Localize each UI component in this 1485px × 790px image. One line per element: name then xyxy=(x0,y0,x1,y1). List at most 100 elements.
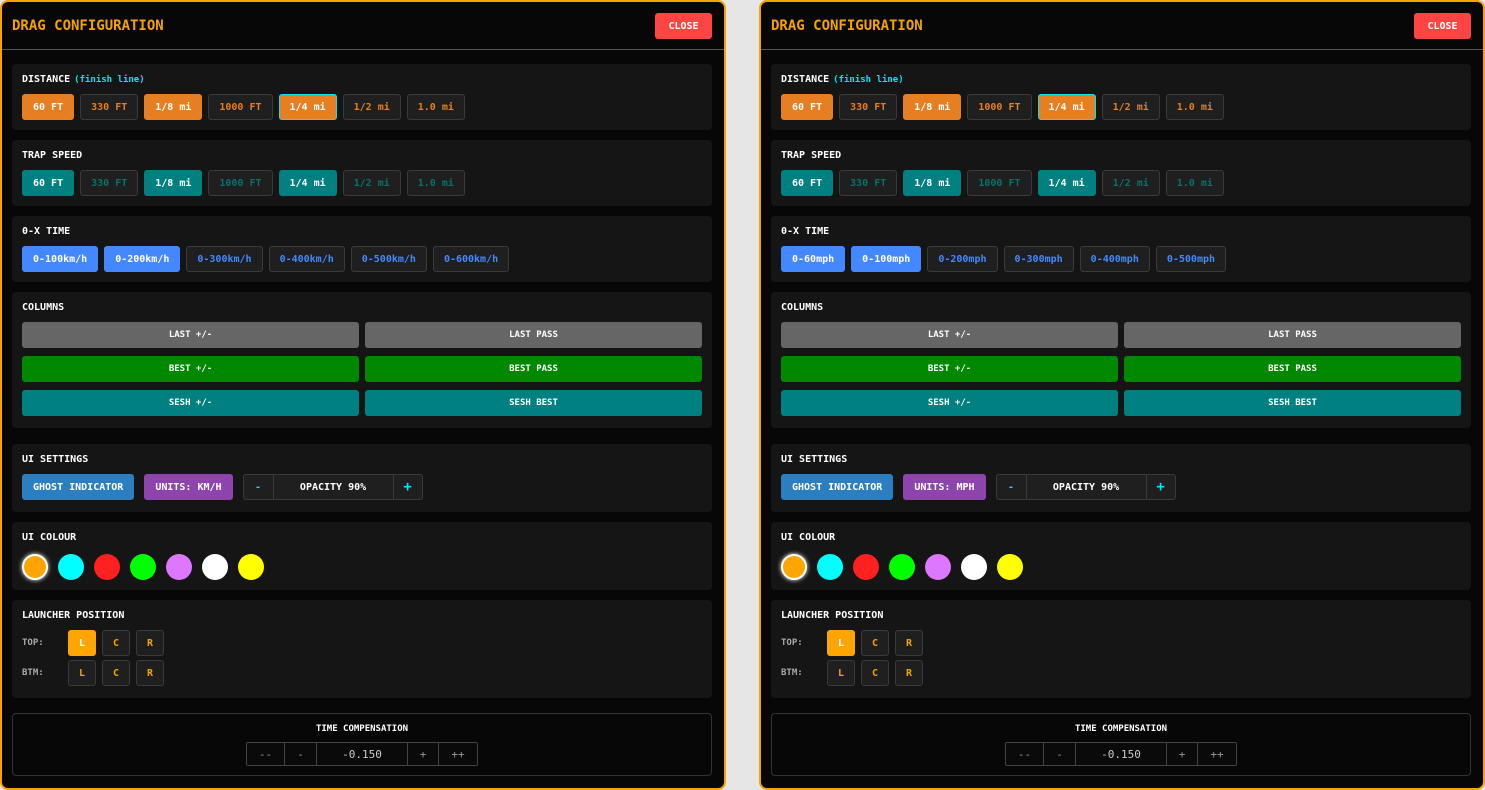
colour-swatch[interactable] xyxy=(166,554,192,580)
colour-swatch[interactable] xyxy=(130,554,156,580)
launcher-top-option[interactable]: R xyxy=(136,630,164,656)
launcher-top-option[interactable]: R xyxy=(895,630,923,656)
launcher-top-option[interactable]: L xyxy=(827,630,855,656)
trap-option[interactable]: 1/4 mi xyxy=(1037,170,1096,196)
zerox-option[interactable]: 0-100mph xyxy=(851,246,922,272)
column-toggle[interactable]: LAST +/- xyxy=(781,322,1118,348)
distance-option[interactable]: 1/8 mi xyxy=(903,94,962,120)
colour-swatch[interactable] xyxy=(94,554,120,580)
column-toggle[interactable]: BEST PASS xyxy=(1124,356,1461,382)
column-toggle[interactable]: SESH +/- xyxy=(781,390,1118,416)
zerox-option[interactable]: 0-100km/h xyxy=(22,246,99,272)
increase-large-button[interactable]: ++ xyxy=(1198,743,1236,765)
colour-swatch[interactable] xyxy=(238,554,264,580)
zerox-option[interactable]: 0-600km/h xyxy=(432,246,510,272)
decrease-large-button[interactable]: -- xyxy=(247,743,285,765)
trap-option[interactable]: 1000 FT xyxy=(208,170,273,196)
colour-swatch[interactable] xyxy=(781,554,807,580)
launcher-btm-option[interactable]: C xyxy=(861,660,889,686)
distance-option[interactable]: 1000 FT xyxy=(967,94,1032,120)
column-toggle[interactable]: BEST PASS xyxy=(365,356,702,382)
zerox-option[interactable]: 0-400mph xyxy=(1079,246,1150,272)
opacity-decrease-button[interactable]: - xyxy=(997,475,1027,499)
launcher-btm-option[interactable]: R xyxy=(895,660,923,686)
launcher-btm-option[interactable]: L xyxy=(68,660,96,686)
colour-swatch[interactable] xyxy=(22,554,48,580)
colour-swatch[interactable] xyxy=(961,554,987,580)
distance-option[interactable]: 1/4 mi xyxy=(1037,94,1096,120)
trap-option[interactable]: 1/8 mi xyxy=(903,170,962,196)
zerox-option[interactable]: 0-200km/h xyxy=(104,246,181,272)
drag-config-panel: DRAG CONFIGURATION CLOSE DISTANCE (finish… xyxy=(759,0,1485,790)
column-toggle[interactable]: LAST PASS xyxy=(365,322,702,348)
column-toggle[interactable]: BEST +/- xyxy=(22,356,359,382)
increase-button[interactable]: + xyxy=(1167,743,1198,765)
zerox-option[interactable]: 0-300km/h xyxy=(186,246,263,272)
opacity-increase-button[interactable]: + xyxy=(1147,475,1175,499)
zerox-option[interactable]: 0-300mph xyxy=(1003,246,1074,272)
distance-option[interactable]: 330 FT xyxy=(80,94,139,120)
ghost-indicator-button[interactable]: GHOST INDICATOR xyxy=(22,474,135,500)
ui-settings-section: UI SETTINGS GHOST INDICATOR UNITS: MPH -… xyxy=(771,444,1471,512)
trap-option[interactable]: 60 FT xyxy=(22,170,75,196)
column-toggle[interactable]: SESH BEST xyxy=(1124,390,1461,416)
close-button[interactable]: CLOSE xyxy=(655,13,712,39)
column-toggle[interactable]: LAST PASS xyxy=(1124,322,1461,348)
section-label: 0-X TIME xyxy=(22,226,71,237)
decrease-button[interactable]: - xyxy=(1044,743,1076,765)
trap-option[interactable]: 330 FT xyxy=(80,170,139,196)
trap-option[interactable]: 1.0 mi xyxy=(1165,170,1224,196)
trap-option[interactable]: 60 FT xyxy=(781,170,834,196)
increase-button[interactable]: + xyxy=(408,743,439,765)
colour-swatch[interactable] xyxy=(889,554,915,580)
column-toggle[interactable]: SESH +/- xyxy=(22,390,359,416)
increase-large-button[interactable]: ++ xyxy=(439,743,477,765)
column-toggle[interactable]: LAST +/- xyxy=(22,322,359,348)
launcher-btm-option[interactable]: C xyxy=(102,660,130,686)
launcher-top-option[interactable]: C xyxy=(102,630,130,656)
distance-option[interactable]: 1/8 mi xyxy=(144,94,203,120)
ghost-indicator-button[interactable]: GHOST INDICATOR xyxy=(781,474,894,500)
opacity-decrease-button[interactable]: - xyxy=(244,475,274,499)
zerox-option[interactable]: 0-200mph xyxy=(927,246,998,272)
trap-option[interactable]: 1/2 mi xyxy=(342,170,401,196)
opacity-increase-button[interactable]: + xyxy=(394,475,422,499)
zerox-option[interactable]: 0-500mph xyxy=(1155,246,1227,272)
units-button[interactable]: UNITS: MPH xyxy=(903,474,986,500)
colour-swatch[interactable] xyxy=(997,554,1023,580)
column-toggle[interactable]: BEST +/- xyxy=(781,356,1118,382)
distance-option[interactable]: 1.0 mi xyxy=(406,94,465,120)
distance-option[interactable]: 1/2 mi xyxy=(1101,94,1160,120)
trap-option[interactable]: 1/8 mi xyxy=(144,170,203,196)
zerox-option[interactable]: 0-60mph xyxy=(781,246,846,272)
launcher-top-option[interactable]: C xyxy=(861,630,889,656)
distance-option[interactable]: 330 FT xyxy=(839,94,898,120)
trap-option[interactable]: 1/2 mi xyxy=(1101,170,1160,196)
zerox-option[interactable]: 0-500km/h xyxy=(350,246,427,272)
distance-option[interactable]: 1000 FT xyxy=(208,94,273,120)
decrease-large-button[interactable]: -- xyxy=(1006,743,1044,765)
distance-option[interactable]: 1/2 mi xyxy=(342,94,401,120)
distance-option[interactable]: 1/4 mi xyxy=(278,94,337,120)
colour-swatch[interactable] xyxy=(58,554,84,580)
row-label: TOP: xyxy=(22,638,44,648)
colour-swatch[interactable] xyxy=(853,554,879,580)
colour-swatch[interactable] xyxy=(202,554,228,580)
launcher-btm-option[interactable]: L xyxy=(827,660,855,686)
colour-swatch[interactable] xyxy=(925,554,951,580)
trap-option[interactable]: 1000 FT xyxy=(967,170,1032,196)
trap-option[interactable]: 1.0 mi xyxy=(406,170,465,196)
zerox-option[interactable]: 0-400km/h xyxy=(268,246,345,272)
distance-option[interactable]: 60 FT xyxy=(781,94,834,120)
launcher-top-option[interactable]: L xyxy=(68,630,96,656)
colour-swatch[interactable] xyxy=(817,554,843,580)
decrease-button[interactable]: - xyxy=(285,743,317,765)
distance-option[interactable]: 60 FT xyxy=(22,94,75,120)
trap-option[interactable]: 330 FT xyxy=(839,170,898,196)
trap-option[interactable]: 1/4 mi xyxy=(278,170,337,196)
units-button[interactable]: UNITS: KM/H xyxy=(144,474,233,500)
launcher-btm-option[interactable]: R xyxy=(136,660,164,686)
column-toggle[interactable]: SESH BEST xyxy=(365,390,702,416)
close-button[interactable]: CLOSE xyxy=(1414,13,1471,39)
distance-option[interactable]: 1.0 mi xyxy=(1165,94,1224,120)
